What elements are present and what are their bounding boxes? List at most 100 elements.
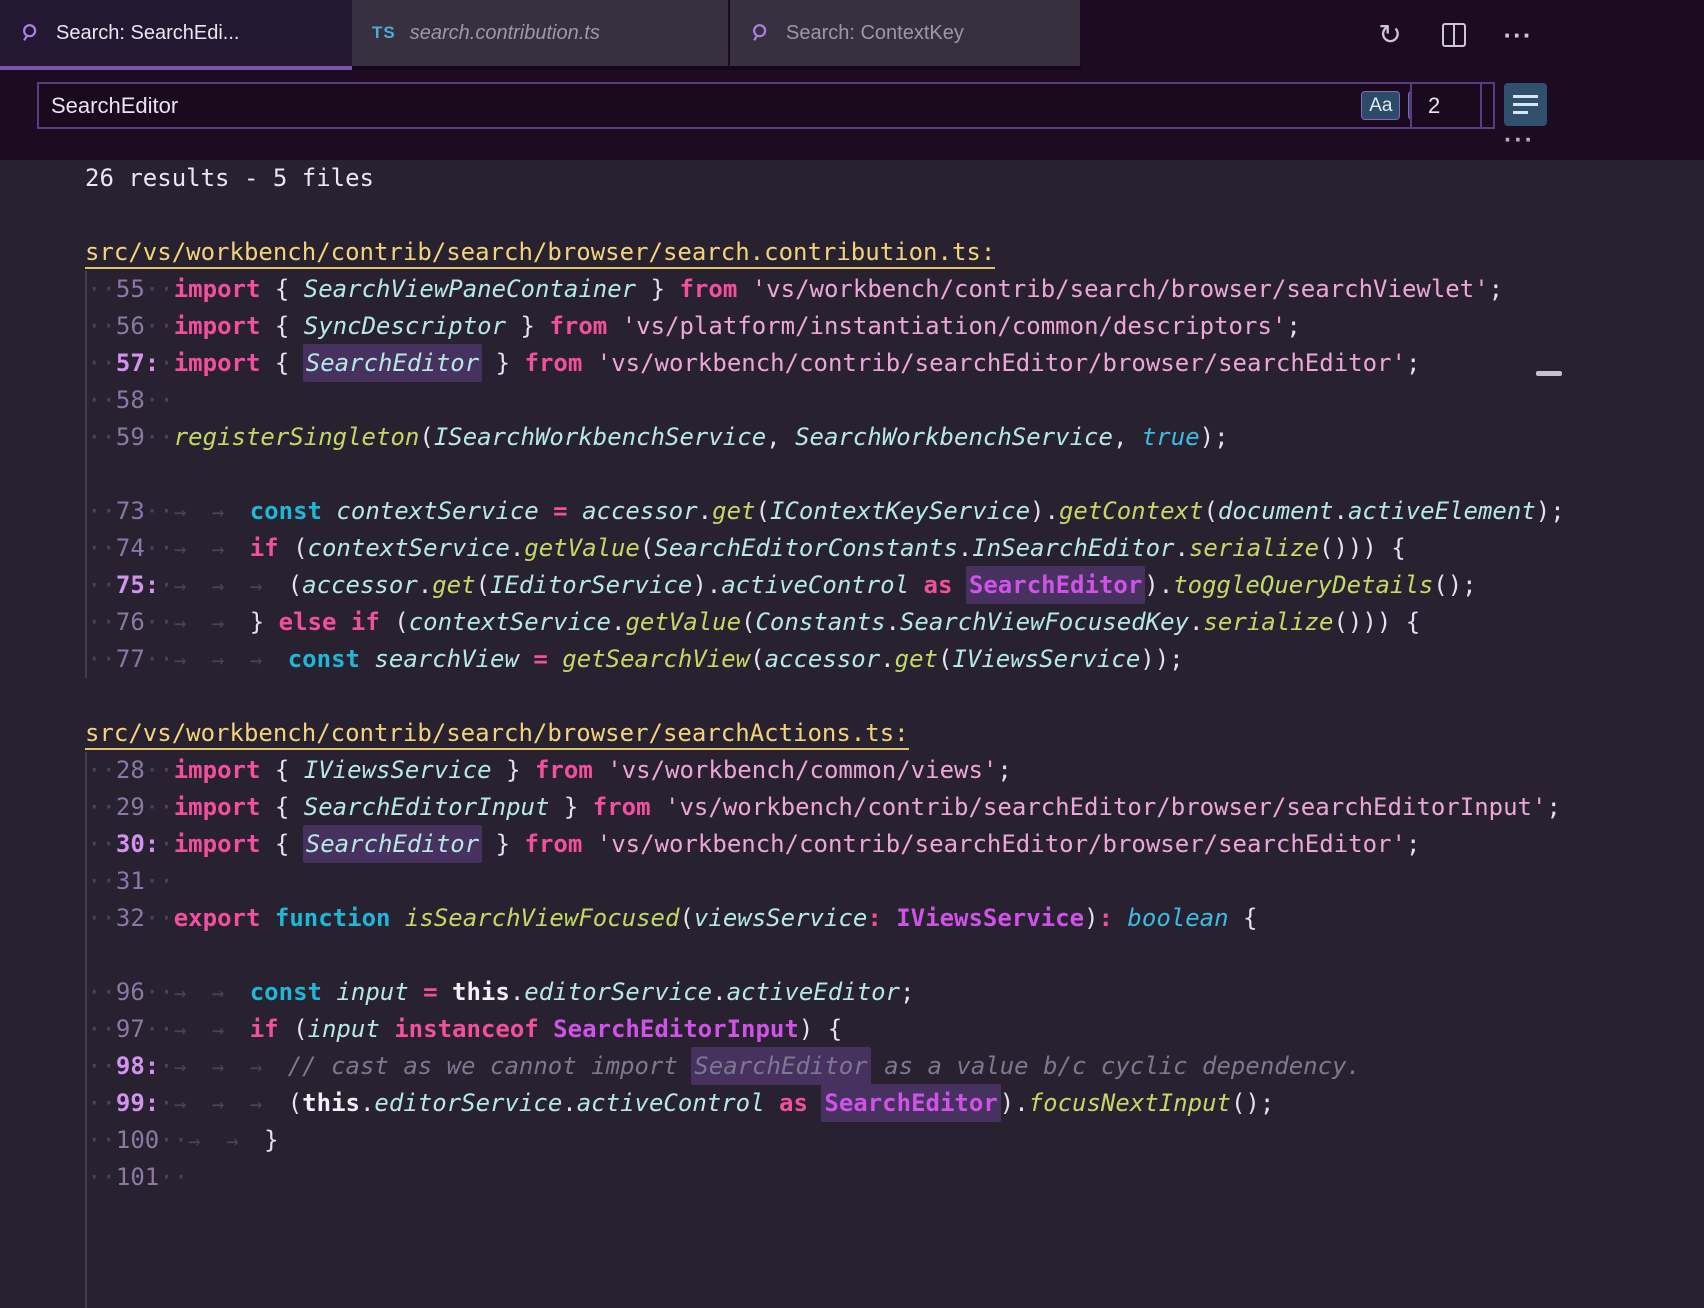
toggle-search-details-button[interactable] bbox=[1504, 83, 1547, 126]
code-token: get bbox=[712, 497, 755, 525]
code-line[interactable]: ··97··→→if (input instanceof SearchEdito… bbox=[87, 1011, 1704, 1048]
code-token: { bbox=[1229, 904, 1258, 932]
code-line[interactable]: ··73··→→const contextService = accessor.… bbox=[87, 493, 1704, 530]
code-token: contextService bbox=[308, 534, 510, 562]
search-match: SearchEditor bbox=[303, 344, 482, 382]
code-line[interactable]: ··99:·→→→(this.editorService.activeContr… bbox=[87, 1085, 1704, 1122]
code-line[interactable]: ··55··import { SearchViewPaneContainer }… bbox=[87, 271, 1704, 308]
results-code-area: src/vs/workbench/contrib/search/browser/… bbox=[85, 234, 1704, 1308]
code-token: serialize bbox=[1189, 534, 1319, 562]
search-input[interactable]: SearchEditor Aa Ab| .* bbox=[37, 82, 1495, 129]
code-line[interactable]: ··32··export function isSearchViewFocuse… bbox=[87, 900, 1704, 937]
file-heading-line: src/vs/workbench/contrib/search/browser/… bbox=[85, 234, 1704, 271]
code-token: )); bbox=[1140, 645, 1183, 673]
code-line[interactable]: ··76··→→} else if (contextService.getVal… bbox=[87, 604, 1704, 641]
code-token: const bbox=[288, 645, 375, 673]
tab-label: search.contribution.ts bbox=[410, 22, 600, 45]
result-block: ··28··import { IViewsService } from 'vs/… bbox=[85, 752, 1704, 1308]
code-token: ; bbox=[1489, 275, 1503, 303]
tab-indent-arrow: → bbox=[212, 531, 250, 568]
whitespace-dots: ·· bbox=[87, 978, 116, 1006]
code-line[interactable]: ··96··→→const input = this.editorService… bbox=[87, 974, 1704, 1011]
tab-search-searcheditor[interactable]: Search: SearchEdi... bbox=[0, 0, 352, 70]
code-token: } bbox=[549, 793, 592, 821]
code-token: from bbox=[593, 793, 665, 821]
whitespace-dots: ·· bbox=[145, 867, 174, 895]
line-number: 97 bbox=[116, 1015, 145, 1043]
code-line[interactable]: ··56··import { SyncDescriptor } from 'vs… bbox=[87, 308, 1704, 345]
split-editor-button[interactable] bbox=[1439, 20, 1469, 50]
code-line[interactable]: ··77··→→→const searchView = getSearchVie… bbox=[87, 641, 1704, 678]
file-path-link[interactable]: src/vs/workbench/contrib/search/browser/… bbox=[85, 238, 995, 269]
typescript-icon: TS bbox=[372, 23, 396, 43]
code-token: toggleQueryDetails bbox=[1173, 571, 1433, 599]
whitespace-dots: ·· bbox=[145, 793, 174, 821]
code-line[interactable]: ··58·· bbox=[87, 382, 1704, 419]
context-lines-input[interactable]: 2 bbox=[1410, 82, 1482, 129]
query-overflow-ellipsis[interactable]: ··· bbox=[1504, 126, 1535, 155]
tab-search-contextkey[interactable]: Search: ContextKey bbox=[730, 0, 1082, 70]
code-token: ISearchWorkbenchService bbox=[434, 423, 766, 451]
whitespace-dots: ·· bbox=[87, 1015, 116, 1043]
code-token: // cast as we cannot import bbox=[288, 1052, 693, 1080]
whitespace-dots: ·· bbox=[87, 1163, 116, 1191]
more-actions-button[interactable]: ··· bbox=[1503, 20, 1533, 50]
search-again-button[interactable]: ↻ bbox=[1375, 20, 1405, 50]
code-token: ); bbox=[1536, 497, 1565, 525]
code-line[interactable]: ··29··import { SearchEditorInput } from … bbox=[87, 789, 1704, 826]
search-results-editor: 26 results - 5 files src/vs/workbench/co… bbox=[0, 160, 1704, 1308]
whitespace-dots: ·· bbox=[87, 312, 116, 340]
separator-line bbox=[87, 456, 1704, 493]
code-token: ). bbox=[1030, 497, 1059, 525]
code-token: get bbox=[895, 645, 938, 673]
code-token: ( bbox=[476, 571, 490, 599]
code-token: focusNextInput bbox=[1029, 1089, 1231, 1117]
search-match: SearchEditor bbox=[966, 566, 1145, 604]
code-token: SearchEditorInput bbox=[304, 793, 550, 821]
code-token: searchView bbox=[374, 645, 533, 673]
code-token: 'vs/workbench/contrib/searchEditor/brows… bbox=[665, 793, 1546, 821]
match-case-toggle[interactable]: Aa bbox=[1362, 92, 1399, 119]
code-token: get bbox=[432, 571, 475, 599]
code-token: import bbox=[174, 349, 261, 377]
refresh-icon: ↻ bbox=[1378, 20, 1401, 50]
code-token: contextService bbox=[409, 608, 611, 636]
line-number: 55 bbox=[116, 275, 145, 303]
code-line[interactable]: ··57:·import { SearchEditor } from 'vs/w… bbox=[87, 345, 1704, 382]
code-token: } bbox=[264, 1126, 278, 1154]
code-line[interactable]: ··75:·→→→(accessor.get(IEditorService).a… bbox=[87, 567, 1704, 604]
code-line[interactable]: ··31·· bbox=[87, 863, 1704, 900]
overview-ruler-match-mark bbox=[1536, 371, 1562, 376]
code-token: = bbox=[533, 645, 562, 673]
code-token: ( bbox=[1203, 497, 1217, 525]
line-number: 30: bbox=[116, 830, 159, 858]
code-line[interactable]: ··100··→→} bbox=[87, 1122, 1704, 1159]
code-token: this bbox=[452, 978, 510, 1006]
code-token bbox=[765, 1089, 779, 1117]
code-line[interactable]: ··74··→→if (contextService.getValue(Sear… bbox=[87, 530, 1704, 567]
code-line[interactable]: ··98:·→→→// cast as we cannot import Sea… bbox=[87, 1048, 1704, 1085]
line-number: 57: bbox=[116, 349, 159, 377]
code-token: activeControl bbox=[577, 1089, 765, 1117]
code-token: this bbox=[302, 1089, 360, 1117]
code-token: if bbox=[250, 534, 279, 562]
code-line[interactable]: ··59··registerSingleton(ISearchWorkbench… bbox=[87, 419, 1704, 456]
code-token: SearchViewFocusedKey bbox=[900, 608, 1189, 636]
code-token: ); bbox=[1200, 423, 1229, 451]
file-path-link[interactable]: src/vs/workbench/contrib/search/browser/… bbox=[85, 719, 909, 750]
code-line[interactable]: ··101·· bbox=[87, 1159, 1704, 1196]
code-token: boolean bbox=[1113, 904, 1229, 932]
code-token: . bbox=[1189, 608, 1203, 636]
tab-search-contribution-ts[interactable]: TS search.contribution.ts bbox=[352, 0, 730, 70]
line-number: 73 bbox=[116, 497, 145, 525]
whitespace-dots: ·· bbox=[87, 1089, 116, 1117]
line-number: 32 bbox=[116, 904, 145, 932]
whitespace-dots: ·· bbox=[145, 386, 174, 414]
code-token: ( bbox=[279, 534, 308, 562]
code-line[interactable]: ··28··import { IViewsService } from 'vs/… bbox=[87, 752, 1704, 789]
code-line[interactable]: ··30:·import { SearchEditor } from 'vs/w… bbox=[87, 826, 1704, 863]
code-token: IViewsService bbox=[952, 645, 1140, 673]
code-token: ; bbox=[997, 756, 1011, 784]
code-token: : bbox=[1099, 904, 1113, 932]
whitespace-dots: ·· bbox=[145, 312, 174, 340]
